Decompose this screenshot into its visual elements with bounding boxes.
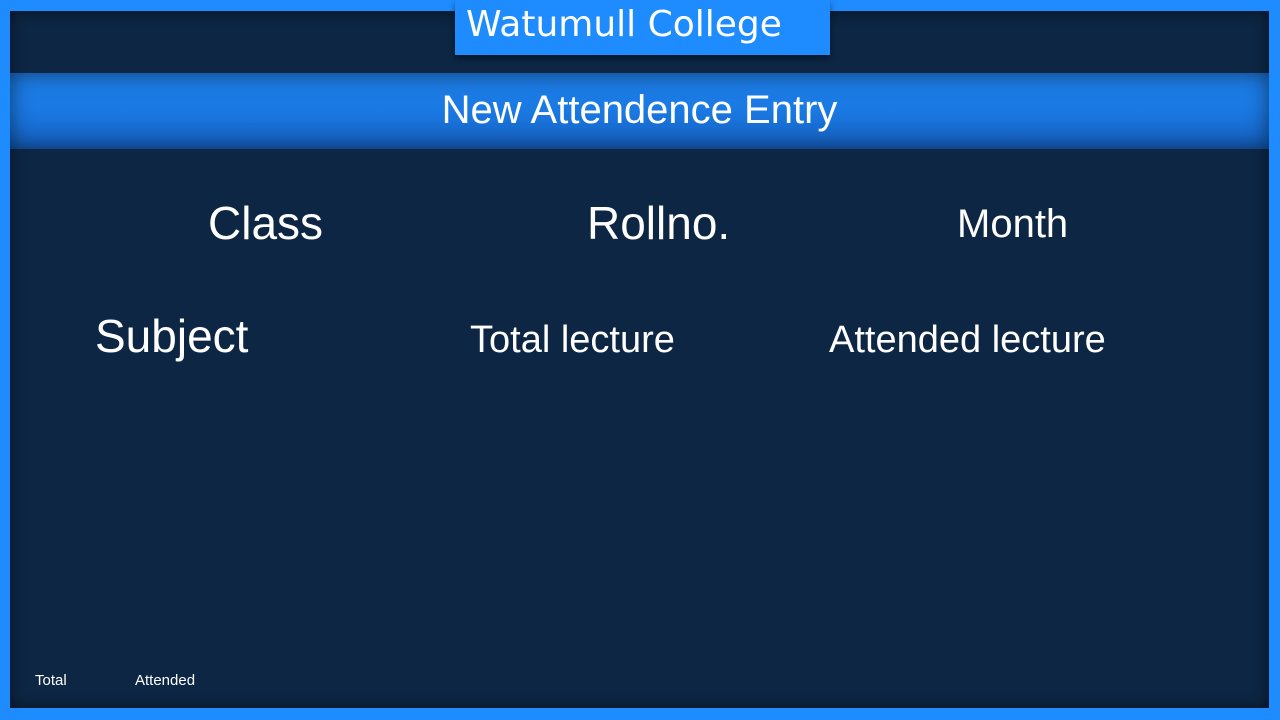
footer-attended-label: Attended (135, 672, 196, 689)
page-title: New Attendence Entry (441, 88, 838, 132)
college-name-banner: Watumull College (455, 0, 830, 55)
attended-lecture-label: Attended lecture (829, 319, 1106, 361)
subject-label: Subject (95, 310, 249, 362)
footer-total-label: Total (35, 672, 67, 689)
header-band: New Attendence Entry (10, 73, 1269, 149)
month-label: Month (957, 202, 1069, 246)
total-lecture-label: Total lecture (470, 319, 675, 361)
class-label: Class (208, 197, 324, 249)
rollno-label: Rollno. (587, 197, 731, 249)
